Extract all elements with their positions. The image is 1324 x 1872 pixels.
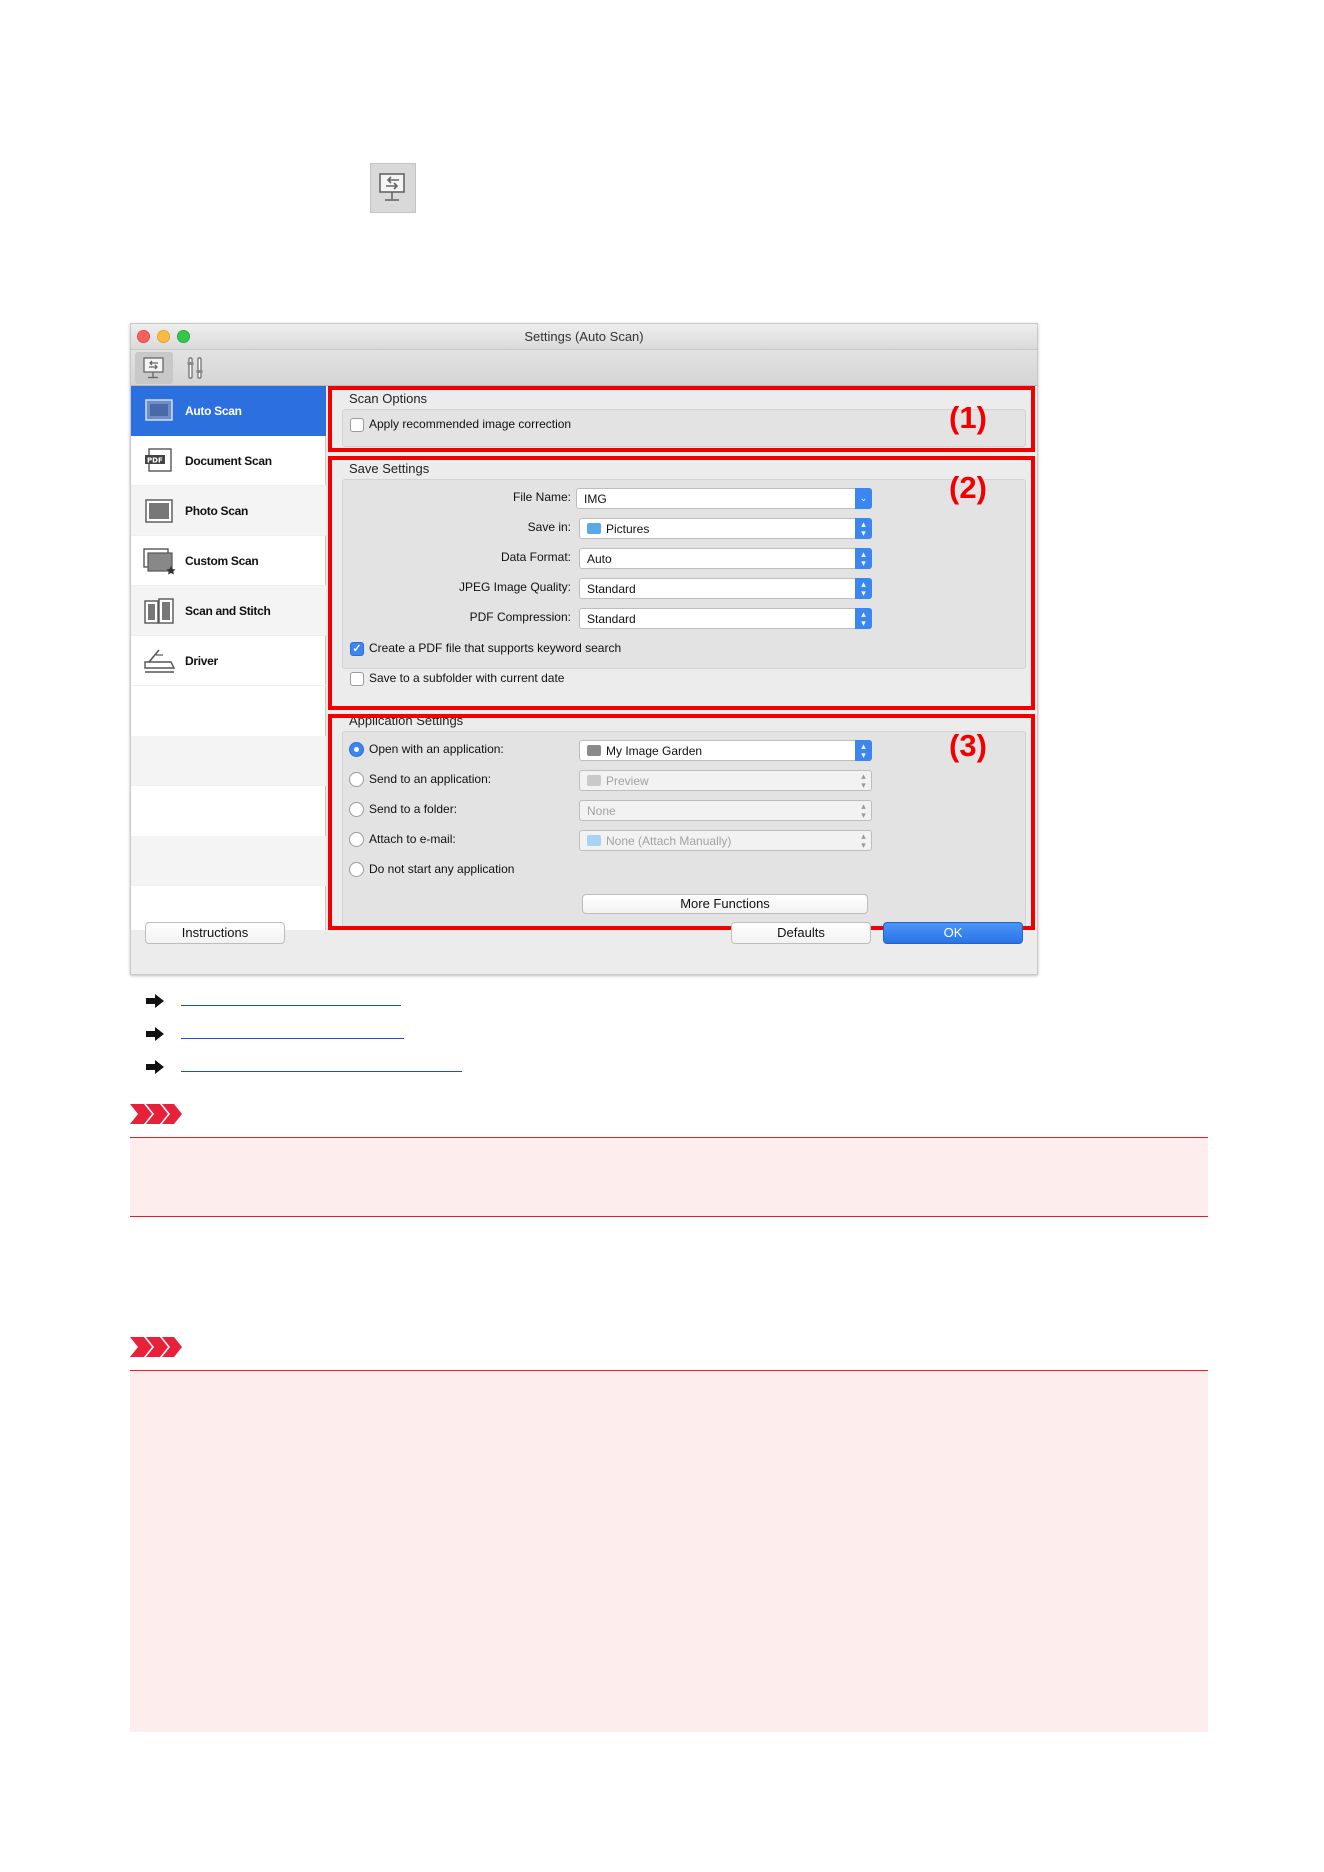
title-bar: Settings (Auto Scan): [131, 324, 1037, 350]
instructions-button[interactable]: Instructions: [145, 922, 285, 944]
scan-from-computer-tab[interactable]: [135, 352, 173, 384]
settings-content: Scan Options Apply recommended image cor…: [326, 386, 1037, 930]
sidebar-item-driver[interactable]: Driver: [131, 636, 326, 686]
related-link-2[interactable]: [145, 1023, 404, 1045]
scan-to-pc-icon: [143, 357, 164, 379]
callout-frame-2: [328, 456, 1035, 710]
important-icon: [130, 1104, 182, 1124]
sidebar-item-custom-scan[interactable]: Custom Scan: [131, 536, 326, 586]
callout-frame-3: [328, 714, 1035, 930]
arrow-right-icon: [146, 994, 164, 1008]
ok-button[interactable]: OK: [883, 922, 1023, 944]
sidebar-empty-row: [131, 736, 326, 786]
scan-and-stitch-icon: [139, 593, 179, 629]
link-underline[interactable]: [181, 997, 401, 1006]
scanner-driver-icon: [139, 643, 179, 679]
sidebar-item-label: Document Scan: [185, 453, 272, 468]
sidebar-item-label: Custom Scan: [185, 553, 259, 568]
sidebar-item-document-scan[interactable]: PDF Document Scan: [131, 436, 326, 486]
photo-scan-icon: [139, 493, 179, 529]
settings-toolbar: [131, 350, 1037, 386]
sidebar-item-label: Auto Scan: [185, 404, 242, 418]
scan-type-sidebar: Auto Scan PDF Document Scan Photo Scan C…: [131, 386, 326, 930]
tools-icon: [187, 357, 203, 379]
callout-label-3: (3): [949, 728, 987, 763]
settings-window: Settings (Auto Scan) Auto Scan PDF Docum…: [130, 323, 1038, 975]
important-icon: [130, 1337, 182, 1357]
callout-frame-1: [328, 386, 1035, 452]
auto-scan-tab-icon: [370, 163, 416, 213]
sidebar-item-photo-scan[interactable]: Photo Scan: [131, 486, 326, 536]
important-note-box: [130, 1370, 1208, 1732]
important-note-box: [130, 1137, 1208, 1217]
sidebar-empty-row: [131, 836, 326, 886]
document-scan-icon: PDF: [139, 443, 179, 479]
link-underline[interactable]: [181, 1063, 462, 1072]
arrow-right-icon: [146, 1060, 164, 1074]
arrow-right-icon: [146, 1027, 164, 1041]
callout-label-2: (2): [949, 470, 987, 505]
sidebar-item-label: Scan and Stitch: [185, 603, 271, 618]
svg-text:PDF: PDF: [147, 456, 163, 464]
callout-label-1: (1): [949, 400, 987, 435]
related-link-1[interactable]: [145, 990, 401, 1012]
custom-scan-icon: [139, 543, 179, 579]
sidebar-item-auto-scan[interactable]: Auto Scan: [131, 386, 326, 436]
sidebar-item-label: Photo Scan: [185, 503, 249, 518]
sidebar-item-label: Driver: [185, 653, 218, 668]
window-title: Settings (Auto Scan): [524, 329, 644, 344]
related-link-3[interactable]: [145, 1056, 462, 1078]
defaults-button[interactable]: Defaults: [731, 922, 871, 944]
sidebar-item-scan-and-stitch[interactable]: Scan and Stitch: [131, 586, 326, 636]
auto-scan-icon: [139, 393, 179, 429]
scan-to-pc-icon: [379, 173, 405, 201]
general-settings-tab[interactable]: [177, 352, 215, 384]
link-underline[interactable]: [181, 1030, 404, 1039]
